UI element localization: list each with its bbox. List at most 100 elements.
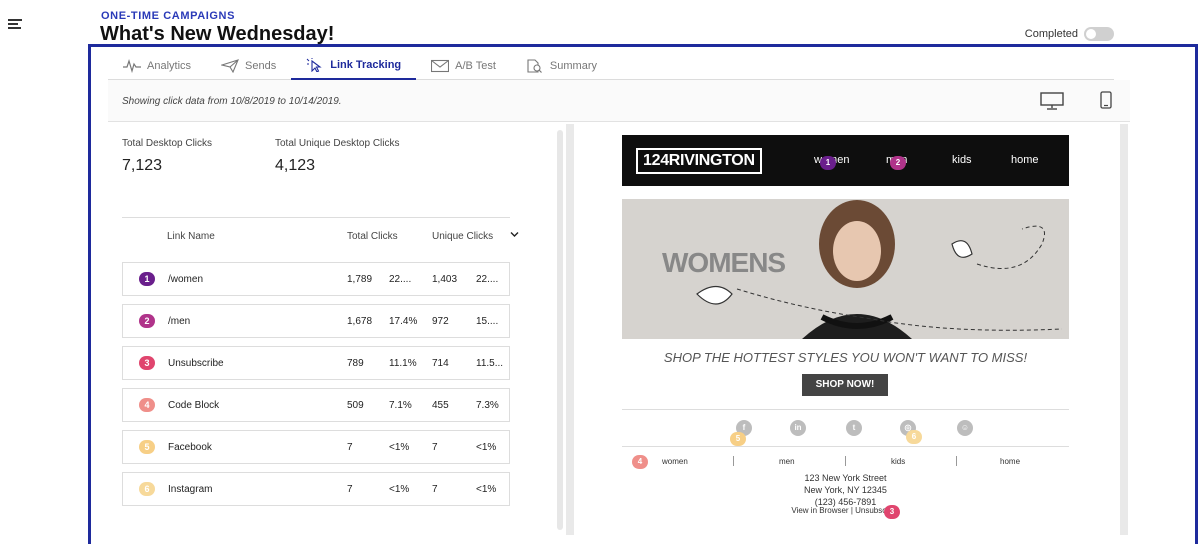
address-line-1: 123 New York Street bbox=[804, 473, 887, 483]
shop-now-button[interactable]: SHOP NOW! bbox=[802, 374, 888, 396]
total-clicks-pct: 11.1% bbox=[389, 358, 417, 369]
email-preview-pane: 124RIVINGTON women men kids home 1 2 WOM… bbox=[566, 124, 1128, 535]
linkedin-icon[interactable]: in bbox=[790, 420, 806, 436]
unique-clicks-pct: 7.3% bbox=[476, 400, 499, 411]
unique-clicks: 972 bbox=[432, 316, 449, 327]
campaign-type-label: ONE-TIME CAMPAIGNS bbox=[101, 10, 236, 22]
unique-clicks-label: Total Unique Desktop Clicks bbox=[275, 138, 400, 149]
table-row[interactable]: 4 Code Block 509 7.1% 455 7.3% bbox=[122, 388, 510, 422]
unique-clicks: 714 bbox=[432, 358, 449, 369]
envelope-icon bbox=[431, 59, 450, 73]
desktop-clicks-label: Total Desktop Clicks bbox=[122, 138, 213, 149]
unique-clicks-pct: <1% bbox=[476, 484, 497, 495]
completed-toggle[interactable] bbox=[1084, 27, 1114, 41]
hamburger-menu-icon[interactable] bbox=[8, 19, 22, 29]
email-footer-nav: 4 women men kids home bbox=[622, 454, 1069, 469]
unique-clicks-stat: Total Unique Desktop Clicks 4,123 bbox=[275, 138, 400, 175]
click-marker-2: 2 bbox=[890, 156, 906, 170]
click-marker-6: 6 bbox=[906, 430, 922, 444]
page-title: What's New Wednesday! bbox=[100, 23, 335, 45]
tab-sends-label: Sends bbox=[245, 60, 277, 72]
desktop-clicks-value: 7,123 bbox=[122, 157, 163, 174]
date-range-bar: Showing click data from 10/8/2019 to 10/… bbox=[108, 80, 1130, 122]
cursor-click-icon bbox=[306, 58, 322, 72]
link-name: Code Block bbox=[168, 400, 220, 411]
footer-nav-women[interactable]: women bbox=[662, 457, 688, 466]
total-clicks-pct: 22.... bbox=[389, 274, 412, 285]
link-table-header: Link Name Total Clicks Unique Clicks bbox=[122, 217, 519, 253]
table-row[interactable]: 3 Unsubscribe 789 11.1% 714 11.5... bbox=[122, 346, 510, 380]
click-marker-3: 3 bbox=[884, 505, 900, 519]
footer-separator bbox=[733, 456, 734, 466]
footer-separator bbox=[956, 456, 957, 466]
unique-clicks: 455 bbox=[432, 400, 449, 411]
completed-toggle-group: Completed bbox=[1025, 27, 1114, 41]
desktop-clicks-stat: Total Desktop Clicks 7,123 bbox=[122, 138, 212, 175]
tab-sends[interactable]: Sends bbox=[206, 52, 291, 80]
email-divider bbox=[622, 446, 1069, 447]
total-clicks: 7 bbox=[347, 442, 353, 453]
tab-ab-test[interactable]: A/B Test bbox=[416, 52, 511, 80]
address-line-2: New York, NY 12345 bbox=[804, 485, 887, 495]
link-number-badge: 1 bbox=[139, 272, 155, 286]
table-row[interactable]: 5 Facebook 7 <1% 7 <1% bbox=[122, 430, 510, 464]
link-number-badge: 3 bbox=[139, 356, 155, 370]
brand-logo: 124RIVINGTON bbox=[636, 148, 762, 174]
link-name: /men bbox=[168, 316, 191, 327]
total-clicks-pct: <1% bbox=[389, 442, 410, 453]
hero-text: WOMENS bbox=[662, 247, 786, 278]
tab-analytics[interactable]: Analytics bbox=[108, 52, 206, 80]
unique-clicks-pct: 22.... bbox=[476, 274, 499, 285]
unique-clicks-pct: 11.5... bbox=[476, 358, 504, 369]
total-clicks-pct: 7.1% bbox=[389, 400, 412, 411]
document-search-icon bbox=[527, 59, 542, 73]
panel-scrollbar[interactable] bbox=[557, 130, 563, 530]
completed-label: Completed bbox=[1024, 28, 1078, 40]
date-range-text: Showing click data from 10/8/2019 to 10/… bbox=[122, 96, 342, 107]
click-marker-5: 5 bbox=[730, 432, 746, 446]
link-name: Unsubscribe bbox=[168, 358, 224, 369]
chevron-down-icon[interactable] bbox=[510, 231, 519, 238]
link-number-badge: 4 bbox=[139, 398, 155, 412]
mobile-view-icon[interactable] bbox=[1100, 91, 1112, 109]
link-number-badge: 6 bbox=[139, 482, 155, 496]
email-tagline: SHOP THE HOTTEST STYLES YOU WON'T WANT T… bbox=[663, 350, 1028, 365]
tab-bar: Analytics Sends Link Tracking A/B Test S… bbox=[108, 52, 1114, 80]
email-divider bbox=[622, 409, 1069, 410]
email-nav-bar: 124RIVINGTON women men kids home 1 2 bbox=[622, 135, 1069, 186]
unique-clicks: 1,403 bbox=[432, 274, 458, 285]
header-total-clicks[interactable]: Total Clicks bbox=[347, 231, 398, 242]
header-unique-clicks[interactable]: Unique Clicks bbox=[432, 231, 493, 242]
footer-nav-home[interactable]: home bbox=[1000, 457, 1020, 466]
total-clicks: 1,678 bbox=[347, 316, 373, 327]
click-marker-1: 1 bbox=[820, 156, 836, 170]
paper-plane-icon bbox=[221, 59, 239, 73]
email-address-block: 123 New York Street New York, NY 12345 (… bbox=[622, 472, 1069, 508]
unique-clicks-pct: <1% bbox=[476, 442, 497, 453]
tab-summary[interactable]: Summary bbox=[511, 52, 612, 80]
tab-link-tracking-label: Link Tracking bbox=[330, 59, 402, 71]
table-row[interactable]: 2 /men 1,678 17.4% 972 15.... bbox=[122, 304, 510, 338]
snapchat-icon[interactable]: ☺ bbox=[957, 420, 973, 436]
header-link-name[interactable]: Link Name bbox=[167, 231, 215, 242]
tab-link-tracking[interactable]: Link Tracking bbox=[291, 52, 417, 80]
total-clicks: 7 bbox=[347, 484, 353, 495]
hero-image[interactable]: WOMENS bbox=[622, 199, 1069, 339]
footer-nav-kids[interactable]: kids bbox=[891, 457, 905, 466]
twitter-icon[interactable]: t bbox=[846, 420, 862, 436]
table-row[interactable]: 6 Instagram 7 <1% 7 <1% bbox=[122, 472, 510, 506]
view-unsubscribe-links[interactable]: View in Browser | Unsubscribe bbox=[622, 506, 1069, 515]
tab-ab-test-label: A/B Test bbox=[455, 60, 496, 72]
email-nav-kids[interactable]: kids bbox=[952, 154, 972, 166]
link-name: Instagram bbox=[168, 484, 213, 495]
email-preview: 124RIVINGTON women men kids home 1 2 WOM… bbox=[574, 124, 1120, 535]
unique-clicks-value: 4,123 bbox=[275, 157, 316, 174]
desktop-view-icon[interactable] bbox=[1040, 92, 1064, 110]
total-clicks: 1,789 bbox=[347, 274, 373, 285]
footer-nav-men[interactable]: men bbox=[779, 457, 795, 466]
total-clicks: 509 bbox=[347, 400, 364, 411]
email-nav-home[interactable]: home bbox=[1011, 154, 1039, 166]
table-row[interactable]: 1 /women 1,789 22.... 1,403 22.... bbox=[122, 262, 510, 296]
total-clicks-pct: 17.4% bbox=[389, 316, 418, 327]
tab-summary-label: Summary bbox=[549, 60, 597, 72]
